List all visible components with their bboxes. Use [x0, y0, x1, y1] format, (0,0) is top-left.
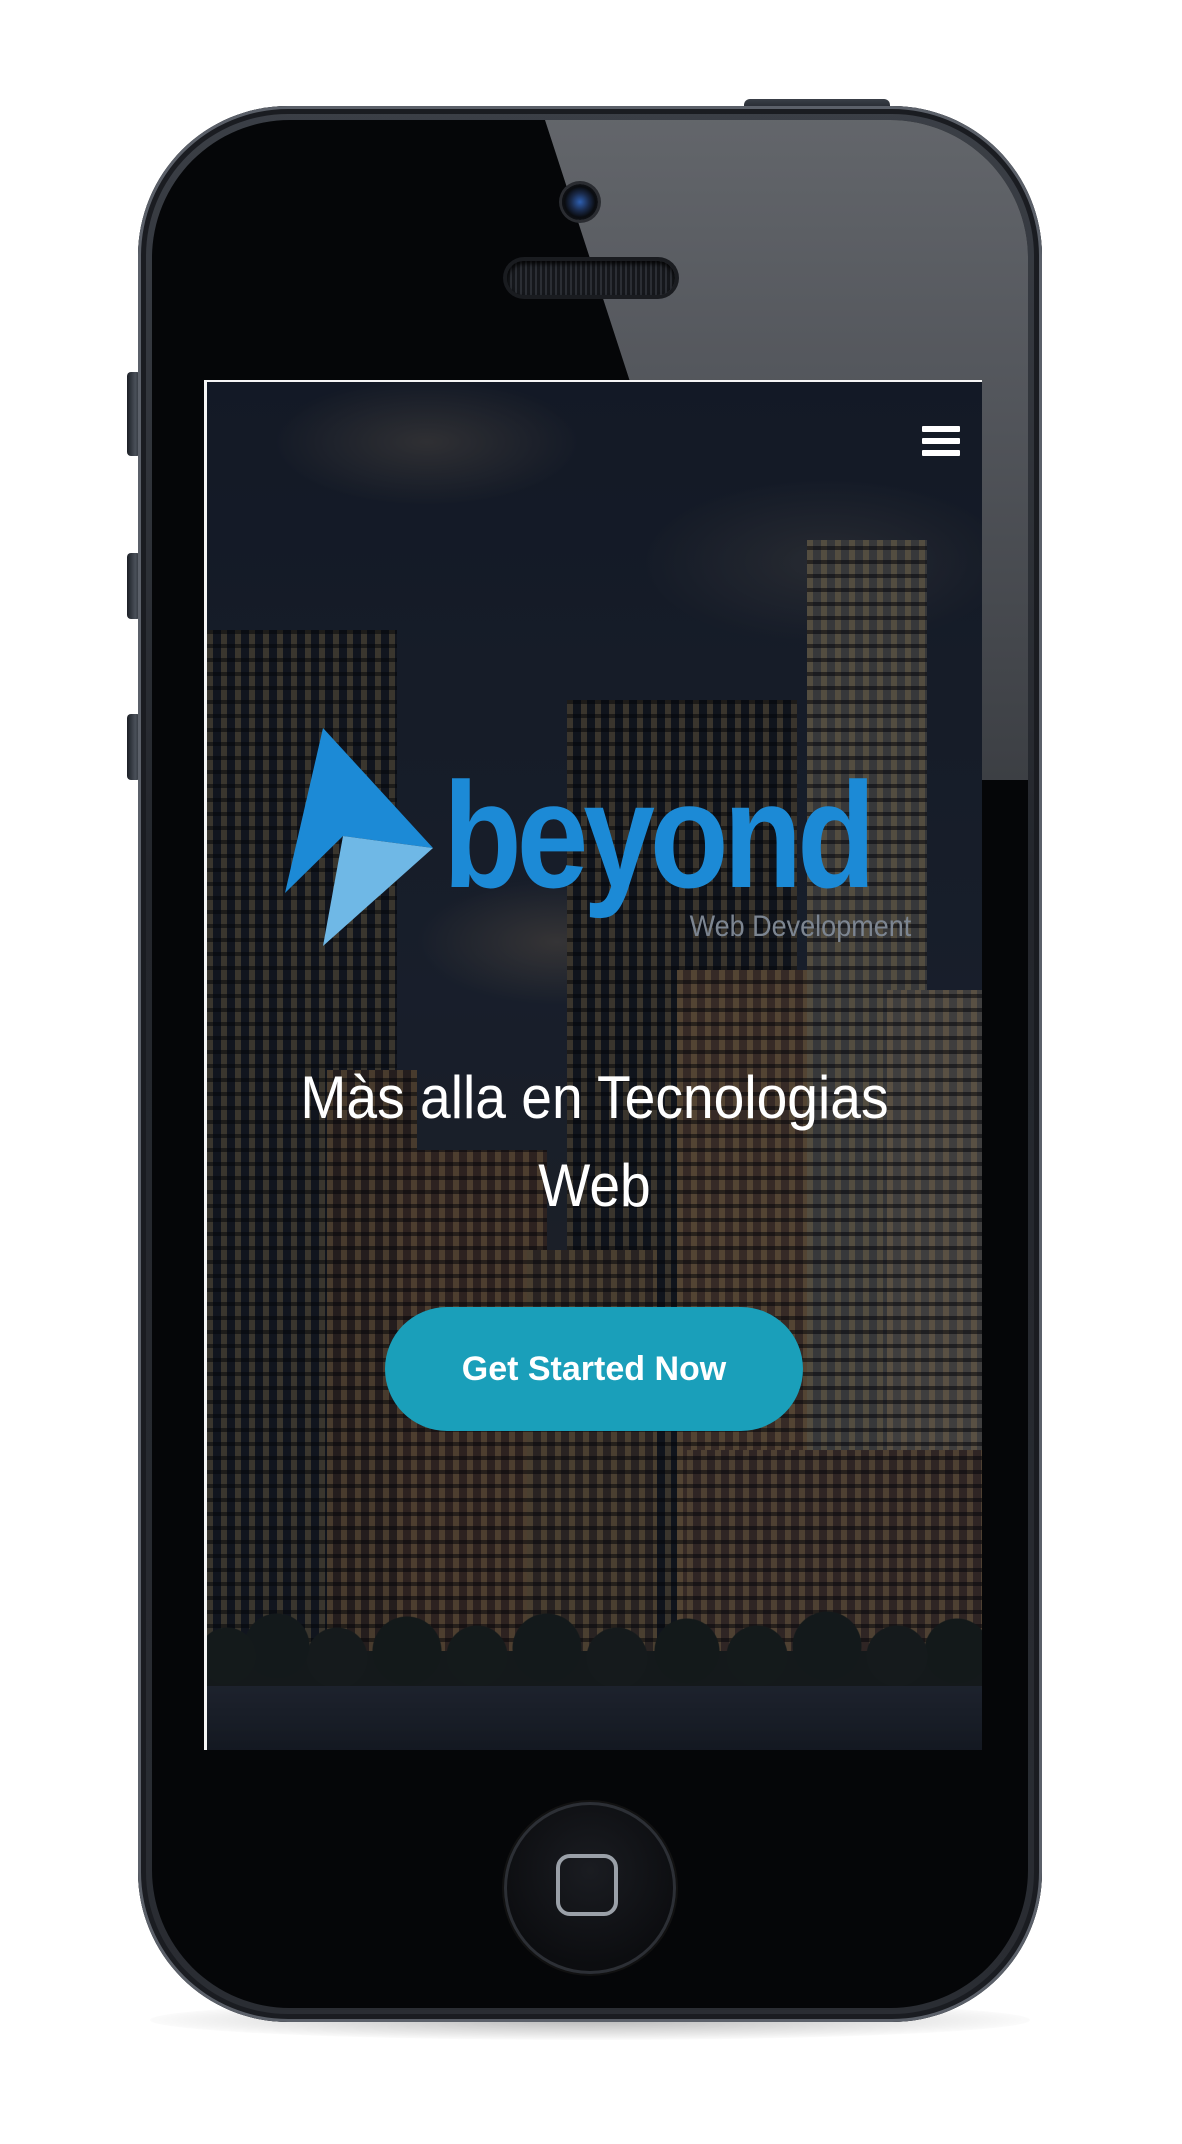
hamburger-menu-icon[interactable] — [922, 426, 960, 462]
hero-headline-line: Web — [538, 1152, 651, 1219]
beyond-logo: beyond Web Development — [283, 718, 923, 958]
hero-headline-line: Màs alla en Tecnologias — [300, 1064, 889, 1131]
earpiece-speaker — [507, 261, 675, 295]
hero-headline: Màs alla en Tecnologias Web — [238, 1054, 951, 1230]
menu-bar — [922, 426, 960, 432]
home-button[interactable] — [504, 1802, 676, 1974]
home-square-icon — [556, 1854, 618, 1916]
logo-tagline: Web Development — [689, 910, 911, 943]
logo-wordmark: beyond — [443, 751, 876, 919]
phone-screen: beyond Web Development Màs alla en Tecno… — [204, 380, 982, 1750]
menu-bar — [922, 450, 960, 456]
device-mockup-stage: beyond Web Development Màs alla en Tecno… — [0, 0, 1182, 2144]
menu-bar — [922, 438, 960, 444]
front-camera — [562, 184, 598, 220]
get-started-button[interactable]: Get Started Now — [385, 1307, 803, 1431]
logo-play-mark-icon — [285, 728, 433, 946]
